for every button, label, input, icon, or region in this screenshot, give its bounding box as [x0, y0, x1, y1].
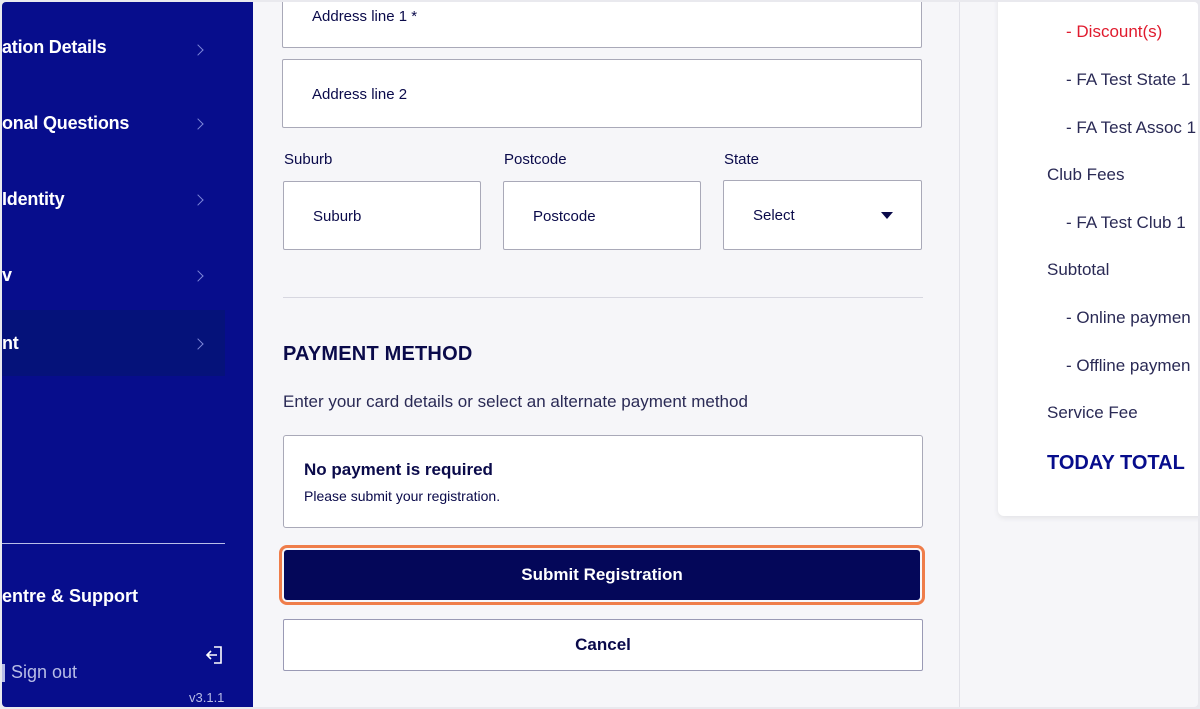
sidebar-item-additional-questions[interactable]: onal Questions: [2, 90, 225, 156]
chevron-right-icon: [192, 338, 204, 350]
cancel-button[interactable]: Cancel: [283, 619, 923, 671]
summary-fa-state: - FA Test State 1: [1066, 70, 1191, 89]
sidebar-item-registration-details[interactable]: ation Details: [2, 14, 225, 80]
sidebar-item-label: onal Questions: [2, 112, 130, 133]
app-frame: ation Details onal Questions Identity v …: [2, 2, 1198, 707]
app-version: v3.1.1: [189, 690, 225, 705]
sidebar: ation Details onal Questions Identity v …: [2, 2, 253, 707]
sidebar-item-label: Identity: [2, 188, 65, 209]
state-selected-value: Select: [753, 207, 795, 224]
summary-discount: - Discount(s): [1066, 22, 1163, 41]
address-line-2-placeholder: Address line 2: [312, 86, 408, 103]
summary-subtotal: Subtotal: [1047, 260, 1110, 279]
summary-fa-club: - FA Test Club 1: [1066, 213, 1186, 232]
postcode-placeholder: Postcode: [533, 208, 596, 225]
summary-today-total: TODAY TOTAL: [1047, 452, 1185, 474]
summary-online-payment: - Online paymen: [1066, 308, 1191, 327]
summary-offline-payment: - Offline paymen: [1066, 356, 1191, 375]
panel-divider: [959, 2, 960, 707]
order-summary-panel: - Discount(s) - FA Test State 1 - FA Tes…: [998, 2, 1198, 516]
state-label: State: [724, 151, 760, 168]
payment-notice: No payment is required Please submit you…: [283, 435, 923, 528]
sidebar-item-review[interactable]: v: [2, 242, 225, 308]
postcode-label: Postcode: [504, 151, 567, 168]
sidebar-item-identity[interactable]: Identity: [2, 166, 225, 232]
logout-icon[interactable]: [205, 645, 223, 665]
sign-out-label: Sign out: [11, 662, 78, 682]
suburb-label: Suburb: [284, 151, 333, 168]
main-content: Address line 1 * Address line 2 Suburb P…: [253, 2, 960, 707]
section-divider: [283, 297, 923, 298]
summary-club-fees: Club Fees: [1047, 165, 1125, 184]
chevron-right-icon: [192, 44, 204, 56]
sign-out-marker: [2, 663, 5, 682]
payment-method-description: Enter your card details or select an alt…: [283, 392, 748, 411]
sidebar-item-payment[interactable]: nt: [2, 310, 225, 376]
submit-registration-button[interactable]: Submit Registration: [279, 545, 925, 605]
submit-registration-label: Submit Registration: [284, 550, 920, 600]
state-select[interactable]: Select: [723, 180, 922, 250]
address-line-1-field[interactable]: Address line 1 *: [282, 2, 922, 48]
summary-fa-assoc: - FA Test Assoc 1: [1066, 118, 1197, 137]
sidebar-divider: [2, 543, 225, 544]
chevron-right-icon: [192, 270, 204, 282]
chevron-right-icon: [192, 194, 204, 206]
suburb-placeholder: Suburb: [313, 208, 362, 225]
notice-title: No payment is required: [304, 460, 493, 479]
chevron-right-icon: [192, 118, 204, 130]
address-line-1-label: Address line 1 *: [312, 8, 418, 25]
sidebar-item-label: nt: [2, 332, 19, 353]
payment-method-heading: PAYMENT METHOD: [283, 343, 473, 365]
address-line-2-field[interactable]: Address line 2: [282, 59, 922, 128]
sidebar-item-label: ation Details: [2, 36, 107, 57]
suburb-field[interactable]: Suburb: [283, 181, 481, 250]
sidebar-item-label: v: [2, 264, 12, 285]
postcode-field[interactable]: Postcode: [503, 181, 701, 250]
summary-service-fee: Service Fee: [1047, 403, 1138, 422]
help-centre-link[interactable]: entre & Support: [2, 586, 138, 607]
notice-subtitle: Please submit your registration.: [304, 488, 501, 504]
sign-out-button[interactable]: Sign out: [2, 662, 77, 683]
chevron-down-icon: [881, 212, 893, 219]
